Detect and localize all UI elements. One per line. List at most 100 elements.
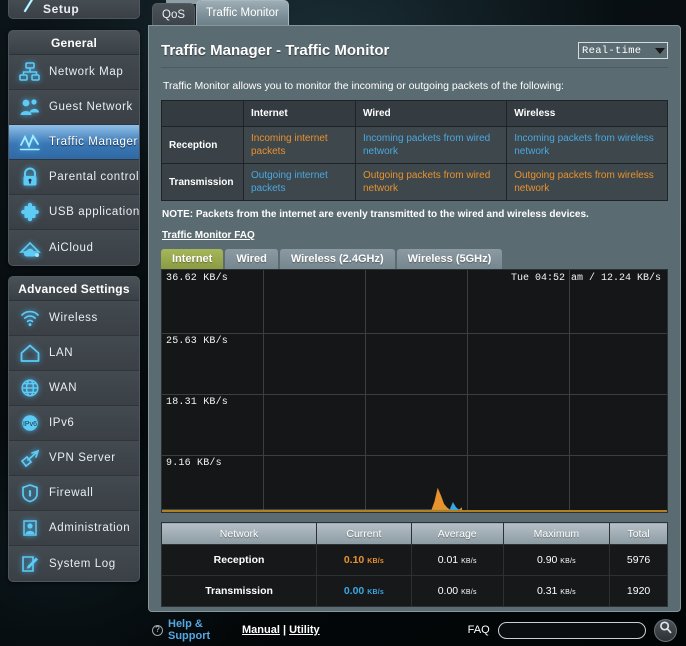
sidebar-item-lan-label: LAN	[49, 347, 74, 359]
stats-transmission-current: 0.00 KB/s	[316, 575, 412, 607]
sidebar-item-setup-label: Setup	[43, 1, 80, 16]
sidebar-item-usb-application-label: USB application	[49, 206, 140, 218]
vpn-key-icon	[17, 445, 43, 471]
faq-search-button[interactable]	[653, 618, 677, 642]
faq-search-input[interactable]	[497, 621, 646, 639]
sidebar-item-network-map-label: Network Map	[49, 66, 124, 78]
globe-icon	[17, 375, 43, 401]
stats-transmission-total: 1920	[609, 575, 668, 607]
question-mark-icon: ?	[152, 624, 163, 636]
stats-reception-average-value: 0.01	[437, 554, 459, 566]
sidebar-item-administration-label: Administration	[49, 522, 131, 534]
chart-gridline-h	[162, 333, 667, 334]
sidebar-item-wireless[interactable]: Wireless	[9, 301, 139, 336]
sidebar-item-vpn-server[interactable]: VPN Server	[9, 441, 139, 476]
sidebar-item-parental-control-label: Parental control	[49, 171, 140, 183]
chart-tab-strip: Internet Wired Wireless (2.4GHz) Wireles…	[161, 249, 668, 269]
desc-transmission-internet: Outgoing internet packets	[243, 163, 356, 201]
sidebar-item-wireless-label: Wireless	[49, 312, 98, 324]
wifi-icon	[17, 305, 43, 331]
sidebar: Setup General Network Map Guest Network …	[0, 0, 148, 646]
desc-row-transmission-label: Transmission	[161, 163, 244, 201]
intro-text: Traffic Monitor allows you to monitor th…	[163, 80, 564, 92]
help-support-label: Help & Support	[168, 618, 211, 642]
chart-gridline-v	[467, 270, 468, 512]
sidebar-item-parental-control[interactable]: Parental control	[9, 160, 139, 195]
sidebar-item-usb-application[interactable]: USB application	[9, 195, 139, 230]
chart-tab-wireless-24[interactable]: Wireless (2.4GHz)	[279, 249, 395, 269]
sidebar-item-ipv6[interactable]: IPv6 IPv6	[9, 406, 139, 441]
chart-gridline-h	[162, 394, 667, 395]
main-panel: Traffic Manager - Traffic Monitor Real-t…	[148, 25, 681, 612]
stats-reception-average: 0.01 KB/s	[410, 544, 504, 576]
sidebar-item-lan[interactable]: LAN	[9, 336, 139, 371]
lock-icon	[17, 164, 43, 190]
sidebar-group-advanced-title: Advanced Settings	[9, 277, 139, 301]
stats-unit: KB/s	[367, 558, 384, 565]
tab-qos[interactable]: QoS	[152, 3, 196, 25]
chart-tab-internet[interactable]: Internet	[161, 249, 224, 269]
home-icon	[17, 340, 43, 366]
table-row: Reception Incoming internet packets Inco…	[161, 126, 668, 164]
panel-header: Traffic Manager - Traffic Monitor Real-t…	[161, 26, 668, 59]
stats-col-maximum: Maximum	[502, 522, 611, 545]
top-tab-strip: QoS Traffic Monitor	[148, 0, 686, 25]
chart-tab-wireless-5[interactable]: Wireless (5GHz)	[396, 249, 503, 269]
stats-col-network: Network	[160, 522, 318, 545]
sidebar-item-traffic-manager[interactable]: Traffic Manager	[9, 125, 139, 160]
table-row: Transmission 0.00 KB/s 0.00 KB/s 0.31 KB…	[160, 575, 668, 607]
traffic-chart[interactable]: 36.62 KB/s 25.63 KB/s 18.31 KB/s 9.16 KB…	[161, 269, 668, 513]
ipv6-globe-icon: IPv6	[17, 410, 43, 436]
desc-reception-wireless: Incoming packets from wireless network	[506, 126, 668, 164]
help-support-link[interactable]: ? Help & Support	[152, 618, 220, 642]
faq-label: FAQ	[467, 624, 490, 636]
manual-link[interactable]: Manual	[242, 624, 280, 636]
stats-transmission-maximum: 0.31 KB/s	[502, 575, 611, 607]
chart-gridline-v	[569, 270, 570, 512]
desc-col-wireless: Wireless	[506, 100, 668, 127]
user-gear-icon	[17, 515, 43, 541]
sidebar-item-network-map[interactable]: Network Map	[9, 55, 139, 90]
chart-tab-wired[interactable]: Wired	[225, 249, 278, 269]
chart-baseline	[162, 510, 667, 512]
chart-ytick-label: 36.62 KB/s	[166, 273, 229, 284]
desc-reception-internet: Incoming internet packets	[243, 126, 356, 164]
sidebar-item-administration[interactable]: Administration	[9, 511, 139, 546]
guest-network-icon	[17, 94, 43, 120]
table-row: Reception 0.10 KB/s 0.01 KB/s 0.90 KB/s …	[160, 544, 668, 576]
stats-unit: KB/s	[461, 558, 477, 565]
view-mode-select[interactable]: Real-time	[578, 42, 668, 59]
sidebar-group-advanced-settings: Advanced Settings Wireless LAN WAN IPv6 …	[8, 276, 140, 582]
desc-col-blank	[161, 100, 244, 127]
sidebar-item-ipv6-label: IPv6	[49, 417, 75, 429]
traffic-monitor-faq-link[interactable]: Traffic Monitor FAQ	[162, 230, 255, 241]
sidebar-item-system-log-label: System Log	[49, 557, 116, 570]
utility-link[interactable]: Utility	[289, 624, 320, 636]
sidebar-item-aicloud[interactable]: AiCloud	[9, 230, 139, 265]
link-separator: |	[282, 624, 287, 636]
traffic-stats-table: Network Current Average Maximum Total Re…	[160, 522, 668, 607]
stats-transmission-current-value: 0.00	[343, 585, 365, 597]
sidebar-item-system-log[interactable]: System Log	[9, 546, 139, 581]
table-header-row: Network Current Average Maximum Total	[160, 522, 668, 545]
sidebar-item-aicloud-label: AiCloud	[49, 241, 94, 254]
sidebar-group-general: General Network Map Guest Network Traffi…	[8, 30, 140, 266]
stats-transmission-network: Transmission	[160, 575, 318, 607]
wand-icon	[21, 0, 37, 17]
sidebar-group-general-title: General	[9, 31, 139, 55]
tab-traffic-monitor[interactable]: Traffic Monitor	[196, 0, 289, 25]
sidebar-item-guest-network[interactable]: Guest Network	[9, 90, 139, 125]
stats-unit: KB/s	[367, 589, 384, 596]
chevron-down-icon	[655, 47, 665, 54]
chart-ytick-label: 18.31 KB/s	[166, 397, 229, 408]
desc-col-wired: Wired	[354, 100, 508, 127]
sidebar-item-setup[interactable]: Setup	[8, 0, 140, 19]
sidebar-item-wan[interactable]: WAN	[9, 371, 139, 406]
log-pencil-icon	[17, 551, 43, 577]
chart-timestamp-readout: Tue 04:52 am / 12.24 KB/s	[510, 273, 661, 284]
page-title: Traffic Manager - Traffic Monitor	[161, 42, 390, 59]
stats-transmission-average: 0.00 KB/s	[410, 575, 504, 607]
stats-reception-current: 0.10 KB/s	[316, 544, 412, 576]
sidebar-item-firewall[interactable]: Firewall	[9, 476, 139, 511]
sidebar-item-vpn-server-label: VPN Server	[49, 452, 116, 464]
